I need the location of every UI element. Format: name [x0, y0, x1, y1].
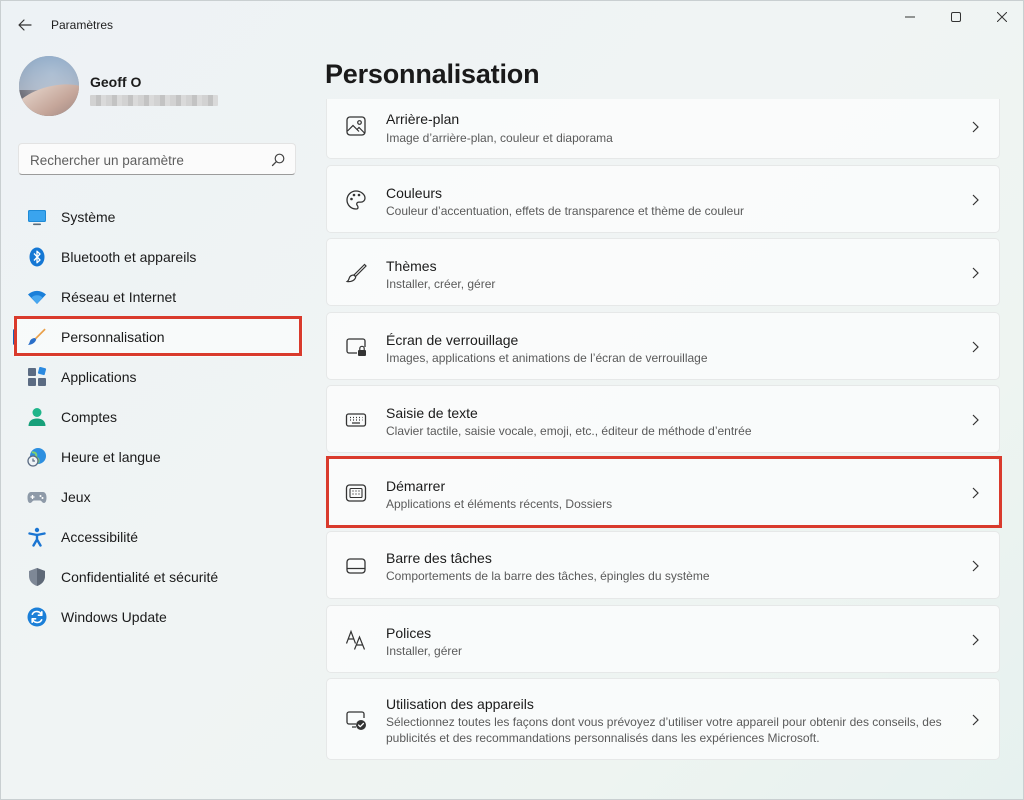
sidebar-item-personnalisation[interactable]: Personnalisation	[13, 317, 303, 357]
font-icon	[345, 629, 366, 650]
card-description: Clavier tactile, saisie vocale, emoji, e…	[386, 424, 752, 438]
card-utilisation-appareils[interactable]: Utilisation des appareils Sélectionnez t…	[326, 678, 1000, 760]
apps-icon	[28, 367, 47, 386]
card-title: Arrière-plan	[386, 111, 460, 127]
image-icon	[346, 116, 366, 136]
sidebar-item-label: Accessibilité	[61, 529, 139, 545]
search-placeholder: Rechercher un paramètre	[30, 153, 184, 168]
sidebar-item-bluetooth[interactable]: Bluetooth et appareils	[13, 237, 303, 277]
sidebar-item-label: Windows Update	[61, 609, 167, 625]
card-title: Barre des tâches	[386, 550, 492, 566]
back-arrow-icon	[18, 19, 32, 31]
update-icon	[27, 607, 47, 627]
card-description: Image d’arrière-plan, couleur et diapora…	[386, 131, 613, 145]
sidebar-item-label: Réseau et Internet	[61, 289, 177, 305]
card-couleurs[interactable]: Couleurs Couleur d’accentuation, effets …	[326, 165, 1000, 233]
card-description: Comportements de la barre des tâches, ép…	[386, 569, 710, 583]
chevron-right-icon	[972, 487, 979, 499]
card-description: Installer, gérer	[386, 644, 463, 658]
search-icon	[271, 153, 285, 167]
chevron-right-icon	[972, 634, 979, 646]
close-icon	[997, 12, 1007, 22]
sidebar-item-label: Bluetooth et appareils	[61, 249, 197, 265]
back-button[interactable]	[11, 11, 39, 39]
chevron-right-icon	[972, 341, 979, 353]
card-title: Utilisation des appareils	[386, 696, 534, 712]
sidebar-item-applications[interactable]: Applications	[13, 357, 303, 397]
sidebar-item-label: Comptes	[61, 409, 118, 425]
chevron-right-icon	[972, 560, 979, 572]
palette-icon	[346, 190, 366, 210]
shield-icon	[29, 568, 45, 586]
avatar	[19, 56, 79, 116]
monitor-icon	[28, 210, 46, 226]
card-title: Saisie de texte	[386, 405, 478, 421]
sidebar-item-windows-update[interactable]: Windows Update	[13, 597, 303, 637]
sidebar-item-label: Jeux	[61, 489, 91, 505]
search-input[interactable]: Rechercher un paramètre	[18, 143, 296, 175]
user-email-redacted	[90, 95, 218, 106]
sidebar-item-comptes[interactable]: Comptes	[13, 397, 303, 437]
sidebar-item-jeux[interactable]: Jeux	[13, 477, 303, 517]
app-title: Paramètres	[51, 18, 114, 32]
brush-icon	[28, 328, 46, 345]
chevron-right-icon	[972, 267, 979, 279]
sidebar-item-label: Applications	[61, 369, 137, 385]
card-arriere-plan[interactable]: Arrière-plan Image d’arrière-plan, coule…	[326, 99, 1000, 159]
maximize-icon	[951, 12, 961, 22]
globe-clock-icon	[27, 448, 46, 467]
card-description: Sélectionnez toutes les façons dont vous…	[386, 715, 942, 745]
device-usage-icon	[346, 711, 366, 730]
close-button[interactable]	[979, 1, 1024, 33]
sidebar-item-label: Heure et langue	[61, 449, 161, 465]
chevron-right-icon	[972, 414, 979, 426]
chevron-right-icon	[972, 194, 979, 206]
card-title: Écran de verrouillage	[386, 332, 519, 348]
sidebar-item-label: Personnalisation	[61, 329, 165, 345]
sidebar-item-systeme[interactable]: Système	[13, 197, 303, 237]
card-description: Images, applications et animations de l’…	[386, 351, 708, 365]
start-menu-icon	[345, 484, 367, 502]
accessibility-icon	[28, 527, 46, 547]
card-saisie-texte[interactable]: Saisie de texte Clavier tactile, saisie …	[326, 385, 1000, 453]
card-description: Installer, créer, gérer	[386, 277, 496, 291]
card-themes[interactable]: Thèmes Installer, créer, gérer	[326, 238, 1000, 306]
title-bar: Paramètres	[1, 1, 1023, 47]
brush-icon	[345, 263, 367, 283]
chevron-right-icon	[972, 121, 979, 133]
sidebar-nav: Système Bluetooth et appareils Réseau et…	[13, 197, 303, 637]
person-icon	[28, 408, 46, 426]
gamepad-icon	[27, 492, 47, 503]
bluetooth-icon	[29, 247, 45, 267]
card-demarrer[interactable]: Démarrer Applications et éléments récent…	[326, 458, 1000, 526]
chevron-right-icon	[972, 714, 979, 726]
user-name: Geoff O	[90, 74, 142, 90]
sidebar-item-accessibilite[interactable]: Accessibilité	[13, 517, 303, 557]
sidebar-item-label: Confidentialité et sécurité	[61, 569, 219, 585]
settings-window: Paramètres Geoff O Rechercher un paramèt…	[0, 0, 1024, 800]
card-title: Thèmes	[386, 258, 437, 274]
sidebar-item-reseau[interactable]: Réseau et Internet	[13, 277, 303, 317]
wifi-icon	[28, 290, 46, 304]
keyboard-icon	[345, 413, 367, 427]
lock-screen-icon	[346, 338, 366, 356]
minimize-button[interactable]	[887, 1, 933, 33]
page-title: Personnalisation	[325, 59, 540, 89]
sidebar-item-heure-langue[interactable]: Heure et langue	[13, 437, 303, 477]
settings-list: Arrière-plan Image d’arrière-plan, coule…	[326, 99, 1001, 800]
card-ecran-verrouillage[interactable]: Écran de verrouillage Images, applicatio…	[326, 312, 1000, 380]
sidebar-item-confidentialite[interactable]: Confidentialité et sécurité	[13, 557, 303, 597]
user-profile[interactable]: Geoff O	[19, 56, 299, 120]
sidebar-item-label: Système	[61, 209, 116, 225]
maximize-button[interactable]	[933, 1, 979, 33]
taskbar-icon	[346, 558, 366, 574]
card-title: Démarrer	[386, 478, 446, 494]
card-title: Couleurs	[386, 185, 443, 201]
card-title: Polices	[386, 625, 432, 641]
card-description: Couleur d’accentuation, effets de transp…	[386, 204, 745, 218]
card-polices[interactable]: Polices Installer, gérer	[326, 605, 1000, 673]
card-description: Applications et éléments récents, Dossie…	[386, 497, 613, 511]
card-barre-taches[interactable]: Barre des tâches Comportements de la bar…	[326, 531, 1000, 599]
minimize-icon	[905, 16, 915, 18]
